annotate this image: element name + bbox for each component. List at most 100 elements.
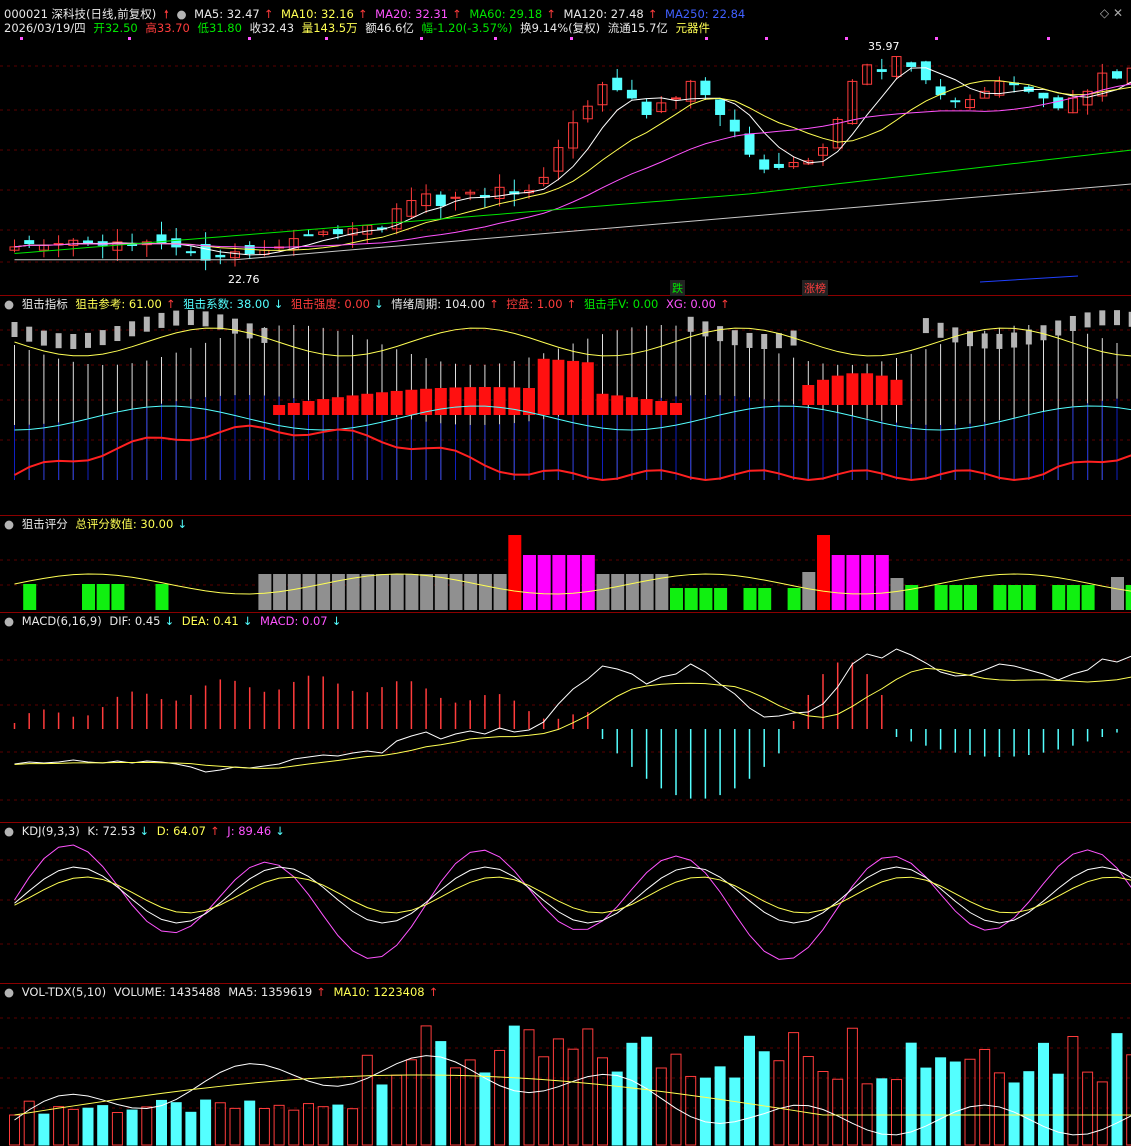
signal-dot	[420, 37, 423, 40]
sniper-red-bar	[861, 373, 874, 405]
volume-bar-up	[773, 1060, 785, 1146]
score-bar	[478, 574, 492, 610]
score-bar	[420, 574, 434, 610]
volume-bar-up	[141, 1106, 153, 1146]
volume-bar-up	[685, 1075, 697, 1146]
sniper-gray-cap	[1099, 310, 1106, 326]
score-bar	[1111, 577, 1124, 610]
stock-chart-window: { "header":{ "code_name":"000021 深科技(日线,…	[0, 0, 1131, 1146]
sniper-red-bar	[478, 387, 491, 415]
volume-bar-up	[494, 1049, 506, 1146]
candle-down	[876, 69, 887, 72]
signal-dot	[20, 37, 23, 40]
sniper-gray-cap	[996, 333, 1003, 349]
sniper-red-bar	[361, 393, 374, 415]
volume-bar-down	[1038, 1042, 1049, 1146]
score-bar	[934, 585, 948, 610]
volume-bar-up	[361, 1054, 373, 1146]
volume-bar-up	[273, 1104, 285, 1146]
sniper-gray-cap	[1114, 310, 1120, 326]
score-bar	[508, 535, 522, 610]
sniper-gray-cap	[261, 327, 268, 343]
volume-bar-up	[391, 1074, 403, 1146]
volume-bar-up	[582, 1028, 594, 1146]
sniper-gray-cap	[761, 333, 768, 349]
score-bar	[537, 555, 551, 610]
volume-bar-up	[258, 1107, 270, 1146]
candle-down	[744, 133, 755, 155]
sniper-gray-cap	[702, 321, 709, 337]
sniper-red-bar	[302, 400, 315, 415]
candle-down	[435, 194, 446, 207]
score-bar	[493, 574, 507, 610]
sniper-gray-cap	[114, 326, 121, 342]
score-bar	[1081, 585, 1095, 610]
score-bar	[1008, 585, 1022, 610]
candle-up	[671, 97, 681, 100]
score-bar	[875, 555, 889, 610]
score-bar	[611, 574, 625, 610]
signal-dot	[935, 37, 938, 40]
signal-dot	[494, 37, 497, 40]
sniper-red-bar	[817, 379, 829, 405]
score-bar	[155, 584, 169, 610]
score-bar	[787, 588, 801, 610]
score-bar	[1022, 585, 1036, 610]
candle-down	[24, 240, 35, 245]
signal-dot	[128, 37, 131, 40]
sniper-red-bar	[287, 402, 300, 415]
score-bar	[846, 555, 860, 610]
score-bar	[82, 584, 95, 610]
sniper-red-bar	[611, 395, 624, 415]
sniper-gray-cap	[99, 330, 106, 346]
macd-dif-line	[14, 648, 1131, 773]
sniper-red-bar	[464, 387, 477, 415]
volume-bar-up	[288, 1109, 300, 1146]
sniper-gray-cap	[70, 333, 77, 349]
volume-bar-down	[876, 1078, 888, 1146]
score-bar	[1066, 585, 1080, 610]
sniper-gray-cap	[232, 318, 238, 334]
score-bar	[287, 574, 301, 610]
sniper-red-bar	[640, 399, 653, 415]
score-bar	[96, 584, 110, 610]
score-bar	[302, 574, 316, 610]
score-bar	[523, 555, 536, 610]
volume-bar-up	[420, 1025, 432, 1146]
score-bar	[567, 555, 581, 610]
score-bar	[890, 578, 904, 610]
signal-dot	[705, 37, 708, 40]
volume-bar-up	[861, 1083, 873, 1146]
sniper-gray-cap	[981, 333, 988, 349]
volume-bar-up	[846, 1027, 858, 1146]
candle-down	[626, 89, 637, 99]
sniper-gray-cap	[731, 330, 738, 346]
candle-up	[1126, 67, 1131, 84]
sniper-red-bar	[523, 388, 535, 415]
candle-down	[332, 229, 343, 235]
volume-bar-up	[347, 1108, 359, 1146]
score-bar	[111, 584, 125, 610]
sniper-red-bar	[846, 373, 859, 405]
volume-bar-down	[1111, 1033, 1123, 1146]
candle-down	[715, 99, 726, 115]
sniper-red-bar	[346, 395, 359, 415]
chart-canvas[interactable]	[0, 0, 1131, 1146]
candle-down	[950, 100, 961, 103]
volume-bar-down	[479, 1072, 491, 1146]
volume-bar-up	[964, 1058, 976, 1146]
candle-down	[1038, 92, 1049, 99]
sniper-gray-cap	[1084, 312, 1091, 328]
sniper-gray-cap	[26, 326, 33, 342]
volume-bar-down	[244, 1100, 256, 1146]
sniper-red-bar	[831, 375, 844, 405]
volume-bar-up	[450, 1067, 461, 1146]
sniper-gray-cap	[1011, 332, 1018, 348]
volume-bar-up	[523, 1029, 535, 1146]
sniper-gray-cap	[143, 316, 150, 332]
volume-bar-up	[303, 1103, 314, 1146]
volume-bar-up	[229, 1107, 241, 1146]
volume-bar-down	[626, 1042, 638, 1146]
vol-ma5-line	[14, 1055, 1131, 1136]
sniper-gray-cap	[202, 311, 209, 327]
